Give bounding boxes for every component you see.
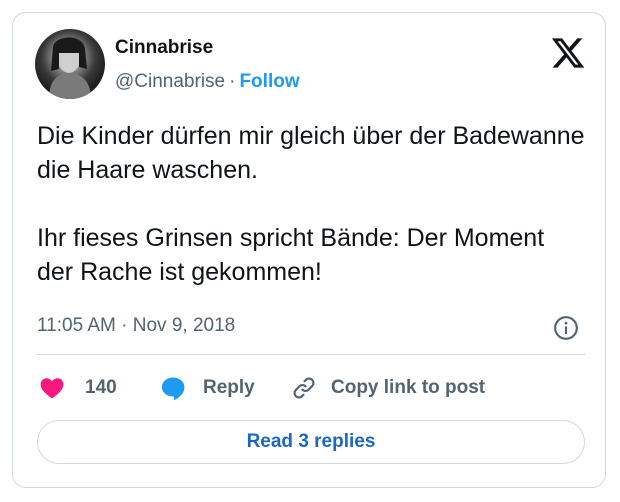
info-icon[interactable] xyxy=(553,315,579,341)
handle-row: @Cinnabrise · Follow xyxy=(115,71,300,93)
x-logo-icon[interactable] xyxy=(550,35,586,71)
timestamp[interactable]: 11:05 AM · Nov 9, 2018 xyxy=(37,315,235,337)
copy-link-button[interactable]: Copy link to post xyxy=(291,373,485,403)
read-replies-button[interactable]: Read 3 replies xyxy=(37,420,585,464)
handle[interactable]: @Cinnabrise xyxy=(115,71,225,92)
copy-link-label: Copy link to post xyxy=(331,377,486,398)
reply-bubble-icon xyxy=(161,377,185,401)
like-count: 140 xyxy=(85,377,117,398)
read-replies-label: Read 3 replies xyxy=(246,431,376,452)
like-button[interactable]: 140 xyxy=(39,373,117,403)
separator-dot: · xyxy=(229,71,236,92)
tweet-card: Cinnabrise @Cinnabrise · Follow Die Kinder… xyxy=(12,12,606,488)
avatar[interactable] xyxy=(35,29,105,99)
reply-label: Reply xyxy=(203,377,255,398)
heart-icon xyxy=(40,378,64,399)
avatar-image xyxy=(49,37,91,99)
tweet-text: Die Kinder dürfen mir gleich über der Ba… xyxy=(37,122,585,286)
link-icon xyxy=(293,377,315,399)
divider xyxy=(37,354,585,355)
follow-button[interactable]: Follow xyxy=(239,71,299,92)
reply-button[interactable]: Reply xyxy=(159,373,255,403)
display-name[interactable]: Cinnabrise xyxy=(115,37,213,59)
